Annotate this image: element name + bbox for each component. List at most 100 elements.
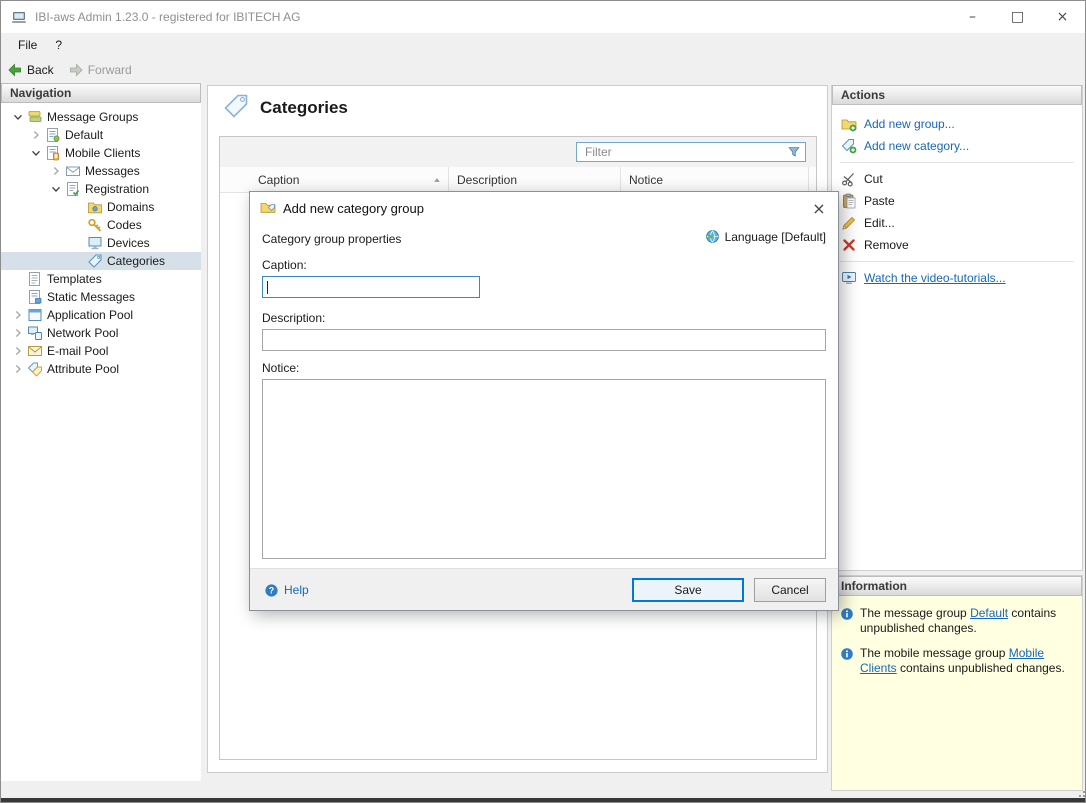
language-selector[interactable]: Language [Default] — [705, 229, 826, 244]
tree-item-message-groups[interactable]: Message Groups — [1, 108, 201, 126]
filter-placeholder: Filter — [585, 145, 787, 159]
tree-item-label: Domains — [107, 200, 154, 214]
action-edit[interactable]: Edit... — [832, 212, 1082, 234]
filter-input[interactable]: Filter — [576, 142, 806, 162]
description-label: Description: — [262, 311, 325, 325]
caption-input[interactable] — [262, 276, 480, 298]
menu-help[interactable]: ? — [46, 35, 71, 55]
tree-item-label: Registration — [85, 182, 149, 196]
action-label: Add new category... — [864, 139, 969, 153]
tree-item-registration[interactable]: Registration — [1, 180, 201, 198]
action-label: Remove — [864, 238, 909, 252]
chevron-right-icon[interactable] — [27, 127, 45, 143]
chevron-right-icon[interactable] — [47, 163, 65, 179]
separator — [840, 261, 1074, 262]
back-label: Back — [27, 63, 54, 77]
link-default-group[interactable]: Default — [970, 606, 1008, 620]
tree-item-templates[interactable]: Templates — [1, 270, 201, 288]
attribute-pool-icon — [27, 361, 43, 377]
action-label: Paste — [864, 194, 895, 208]
chevron-down-icon[interactable] — [27, 145, 45, 161]
back-button[interactable]: Back — [7, 62, 54, 78]
description-input[interactable] — [262, 329, 826, 351]
save-button[interactable]: Save — [632, 578, 744, 602]
tree-item-codes[interactable]: Codes — [1, 216, 201, 234]
tree-item-label: Attribute Pool — [47, 362, 119, 376]
chevron-down-icon[interactable] — [47, 181, 65, 197]
chevron-right-icon[interactable] — [9, 361, 27, 377]
caption-label: Caption: — [262, 258, 307, 272]
categories-icon — [87, 253, 103, 269]
notice-textarea[interactable] — [262, 379, 826, 559]
tree-item-label: Templates — [47, 272, 102, 286]
column-header-description[interactable]: Description — [449, 167, 621, 192]
title-bar[interactable]: IBI-aws Admin 1.23.0 - registered for IB… — [1, 1, 1085, 33]
forward-button[interactable]: Forward — [68, 62, 132, 78]
tree-item-messages[interactable]: Messages — [1, 162, 201, 180]
dialog-footer: ? Help Save Cancel — [250, 568, 838, 610]
language-label: Language [Default] — [725, 230, 826, 244]
add-category-icon — [841, 138, 857, 154]
cancel-button[interactable]: Cancel — [754, 578, 826, 602]
sort-ascending-icon — [432, 175, 442, 185]
dialog-section-label: Category group properties — [262, 232, 401, 246]
tree-item-categories[interactable]: Categories — [1, 252, 201, 270]
maximize-button[interactable]: □ — [995, 1, 1040, 33]
close-button[interactable]: × — [1040, 1, 1085, 33]
dialog-close-button[interactable]: × — [806, 196, 832, 220]
tree-item-label: Application Pool — [47, 308, 133, 322]
column-header-notice[interactable]: Notice — [621, 167, 809, 192]
column-label: Notice — [629, 173, 663, 187]
column-header-caption[interactable]: Caption — [220, 167, 449, 192]
templates-icon — [27, 271, 43, 287]
tree-item-domains[interactable]: Domains — [1, 198, 201, 216]
action-add-new-category[interactable]: Add new category... — [832, 135, 1082, 157]
action-remove[interactable]: Remove — [832, 234, 1082, 256]
tree-item-label: Mobile Clients — [65, 146, 140, 160]
tree-item-label: Categories — [107, 254, 165, 268]
navigation-tree: Message Groups Default Mobile Clients Me… — [1, 103, 201, 781]
expander-spacer — [9, 271, 27, 287]
clipboard-icon — [841, 193, 857, 209]
help-label: Help — [284, 583, 309, 597]
action-paste[interactable]: Paste — [832, 190, 1082, 212]
tree-item-mobile-clients[interactable]: Mobile Clients — [1, 144, 201, 162]
action-cut[interactable]: Cut — [832, 168, 1082, 190]
app-window: IBI-aws Admin 1.23.0 - registered for IB… — [0, 0, 1086, 803]
globe-icon — [705, 229, 720, 244]
separator — [840, 162, 1074, 163]
expander-spacer — [9, 289, 27, 305]
help-link[interactable]: ? Help — [264, 569, 309, 611]
actions-header: Actions — [832, 85, 1082, 105]
information-item: The message group Default contains unpub… — [840, 606, 1074, 636]
network-pool-icon — [27, 325, 43, 341]
nav-toolbar: Back Forward — [1, 57, 1085, 83]
chevron-right-icon[interactable] — [9, 325, 27, 341]
tree-item-email-pool[interactable]: E-mail Pool — [1, 342, 201, 360]
info-icon — [840, 647, 854, 661]
minimize-button[interactable]: – — [950, 1, 995, 33]
tree-item-network-pool[interactable]: Network Pool — [1, 324, 201, 342]
app-logo-icon — [11, 9, 27, 25]
action-watch-video-tutorials[interactable]: Watch the video-tutorials... — [832, 267, 1082, 289]
information-item: The mobile message group Mobile Clients … — [840, 646, 1074, 676]
tree-item-static-messages[interactable]: Static Messages — [1, 288, 201, 306]
tree-item-label: Network Pool — [47, 326, 118, 340]
tree-item-devices[interactable]: Devices — [1, 234, 201, 252]
menu-file[interactable]: File — [9, 35, 46, 55]
action-add-new-group[interactable]: Add new group... — [832, 113, 1082, 135]
tree-item-application-pool[interactable]: Application Pool — [1, 306, 201, 324]
chevron-down-icon[interactable] — [9, 109, 27, 125]
text-cursor — [267, 281, 268, 294]
chevron-right-icon[interactable] — [9, 343, 27, 359]
tree-item-attribute-pool[interactable]: Attribute Pool — [1, 360, 201, 378]
window-resize-grip[interactable] — [1075, 791, 1077, 793]
dialog-title-bar[interactable]: Add new category group × — [250, 192, 838, 222]
chevron-right-icon[interactable] — [9, 307, 27, 323]
information-text: The mobile message group Mobile Clients … — [860, 646, 1074, 676]
tree-item-default[interactable]: Default — [1, 126, 201, 144]
filter-icon — [787, 145, 801, 159]
navigation-header: Navigation — [1, 83, 201, 103]
email-pool-icon — [27, 343, 43, 359]
tree-item-label: Messages — [85, 164, 140, 178]
